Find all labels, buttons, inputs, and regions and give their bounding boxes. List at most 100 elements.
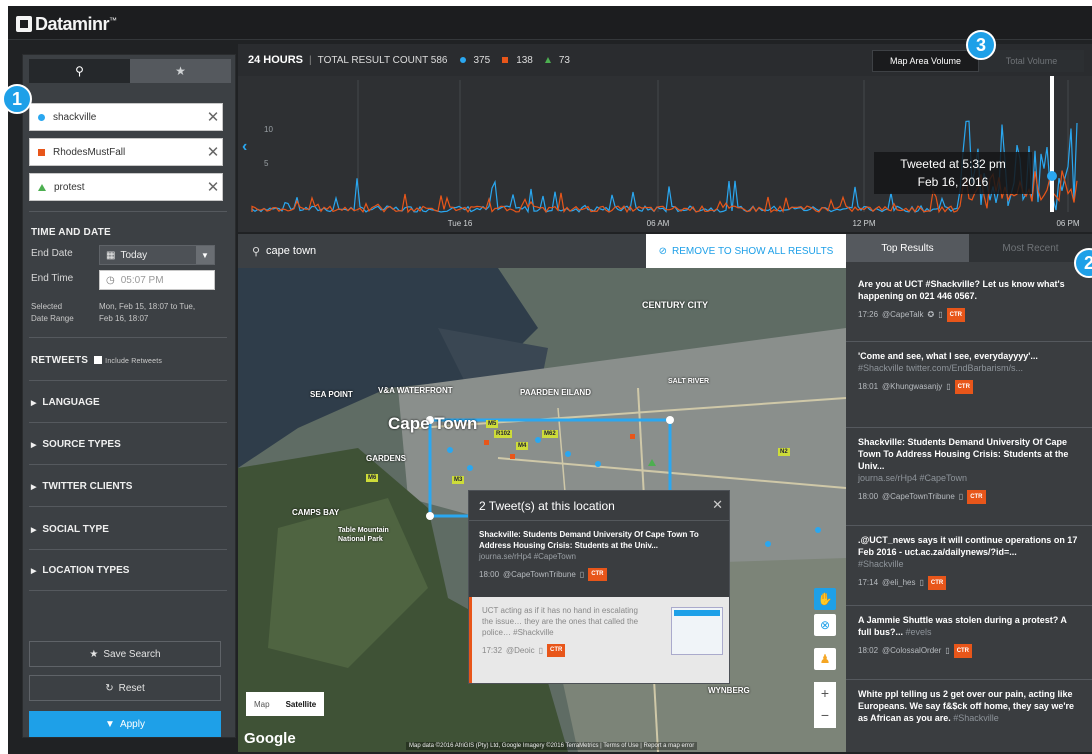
map-attribution[interactable]: Map data ©2016 AfriGIS (Pty) Ltd, Google… (406, 742, 698, 750)
mobile-icon: ▯ (919, 578, 924, 587)
end-date-label: End Date (31, 248, 73, 259)
chart-x-tick-label: 06 PM (1056, 219, 1079, 228)
map-type-map[interactable]: Map (246, 692, 278, 716)
chevron-left-icon[interactable]: ‹ (242, 138, 247, 156)
zoom-control: + − (814, 682, 836, 728)
apply-button[interactable]: ▼ Apply (29, 711, 221, 737)
remove-location-button[interactable]: ⊘ REMOVE TO SHOW ALL RESULTS (646, 234, 846, 268)
result-item[interactable]: .@UCT_news says it will continue operati… (846, 526, 1092, 606)
road-label: M62 (542, 430, 558, 438)
mobile-icon: ▯ (945, 646, 950, 655)
mobile-icon: ▯ (579, 570, 585, 579)
app-window: Dataminr™ ⚲ ★ shackville ✕ RhodesMustFal… (8, 6, 1092, 754)
tab-search[interactable]: ⚲ (29, 59, 130, 83)
save-search-button[interactable]: ★ Save Search (29, 641, 221, 667)
popup-tweet[interactable]: Shackville: Students Demand University O… (469, 521, 729, 589)
period-label: 24 HOURS (248, 54, 304, 66)
road-label: M4 (516, 442, 529, 450)
pan-hand-icon[interactable]: ✋ (814, 588, 836, 610)
calendar-icon: ▦ (106, 249, 116, 261)
end-date-select[interactable]: ▦ Today ▼ (99, 245, 215, 265)
result-item[interactable]: White ppl telling us 2 get over our pain… (846, 680, 1092, 752)
search-term-rhodesmustfall[interactable]: RhodesMustFall ✕ (29, 138, 223, 166)
facet-language[interactable]: ▶ LANGUAGE (31, 397, 100, 408)
tab-most-recent[interactable]: Most Recent (969, 234, 1092, 262)
tab-map-area-volume[interactable]: Map Area Volume (872, 50, 979, 72)
divider (29, 590, 227, 591)
map-label-century: CENTURY CITY (642, 300, 709, 310)
divider (29, 337, 227, 338)
tweet-image-thumbnail[interactable] (671, 607, 723, 655)
search-term-shackville[interactable]: shackville ✕ (29, 103, 223, 131)
orange-square-icon (38, 148, 45, 156)
map-label-salt-river: SALT RIVER (668, 378, 710, 385)
remove-term-icon[interactable]: ✕ (204, 143, 222, 161)
map-type-toggle: Map Satellite (246, 692, 325, 716)
popup-tweet[interactable]: UCT acting as if it has no hand in escal… (469, 597, 729, 683)
result-item[interactable]: 'Come and see, what I see, everydayyyy'.… (846, 342, 1092, 428)
tab-total-volume[interactable]: Total Volume (979, 50, 1084, 72)
caret-right-icon: ▶ (31, 400, 37, 407)
ctr-badge: CTR (953, 644, 973, 658)
road-label: M3 (452, 476, 465, 484)
dataminr-logo[interactable]: Dataminr™ (16, 14, 117, 35)
chevron-down-icon: ▼ (196, 246, 214, 264)
clear-selection-icon[interactable]: ⊗ (814, 614, 836, 636)
green-triangle-icon (38, 183, 46, 191)
facet-source-types[interactable]: ▶ SOURCE TYPES (31, 439, 121, 450)
search-icon: ⚲ (75, 64, 84, 78)
remove-term-icon[interactable]: ✕ (204, 178, 222, 196)
divider (29, 464, 227, 465)
callout-badge-3: 3 (966, 30, 996, 60)
tab-favorites[interactable]: ★ (130, 59, 231, 83)
zoom-in-button[interactable]: + (814, 682, 836, 704)
facet-location-types[interactable]: ▶ LOCATION TYPES (31, 565, 129, 576)
chart-x-tick-label: 06 AM (647, 219, 670, 228)
verified-icon: ✪ (927, 310, 935, 319)
map-type-satellite[interactable]: Satellite (278, 692, 325, 716)
result-item[interactable]: Shackville: Students Demand University O… (846, 428, 1092, 526)
close-icon[interactable]: ✕ (712, 497, 723, 513)
map-label-park: Table Mountain National Park (338, 527, 389, 543)
location-query[interactable]: cape town (266, 245, 316, 257)
tab-top-results[interactable]: Top Results (846, 234, 969, 262)
ctr-badge: CTR (547, 644, 566, 657)
result-item[interactable]: Are you at UCT #Shackville? Let us know … (846, 270, 1092, 342)
chart-tooltip: Tweeted at 5:32 pm Feb 16, 2016 (874, 152, 1032, 194)
filter-sidebar: ⚲ ★ shackville ✕ RhodesMustFall ✕ protes… (22, 54, 236, 738)
ctr-badge: CTR (927, 576, 947, 590)
mobile-icon: ▯ (946, 382, 951, 391)
facet-twitter-clients[interactable]: ▶ TWITTER CLIENTS (31, 481, 132, 492)
refresh-icon: ↻ (105, 682, 114, 694)
google-logo: Google (244, 730, 296, 747)
caret-right-icon: ▶ (31, 484, 37, 491)
sidebar-tabs: ⚲ ★ (29, 59, 231, 83)
zoom-out-button[interactable]: − (814, 704, 836, 726)
top-bar: Dataminr™ (8, 6, 1092, 40)
map-view[interactable]: Cape Town CENTURY CITY SEA POINT V&A WAT… (238, 268, 846, 752)
caret-right-icon: ▶ (31, 527, 37, 534)
divider (29, 211, 227, 212)
blue-dot-icon (459, 57, 466, 63)
search-term-protest[interactable]: protest ✕ (29, 173, 223, 201)
map-label-gardens: GARDENS (366, 454, 407, 463)
end-time-input[interactable]: ◷ 05:07 PM (99, 270, 215, 290)
caret-right-icon: ▶ (31, 568, 37, 575)
mobile-icon: ▯ (938, 310, 943, 319)
remove-circle-icon: ⊘ (658, 245, 668, 257)
facet-social-type[interactable]: ▶ SOCIAL TYPE (31, 524, 109, 535)
result-item[interactable]: A Jammie Shuttle was stolen during a pro… (846, 606, 1092, 680)
remove-term-icon[interactable]: ✕ (204, 108, 222, 126)
road-label: R102 (494, 430, 513, 438)
chart-y-tick-label: 5 (264, 159, 269, 168)
reset-button[interactable]: ↻ Reset (29, 675, 221, 701)
tweet-volume-chart[interactable]: Tue 16 06 AM 12 PM 06 PM 5 10 ‹ Tweeted at 5:… (238, 76, 1092, 232)
location-popup: 2 Tweet(s) at this location ✕ Shackville… (468, 490, 730, 684)
results-panel: Top Results Most Recent Are you at UCT #… (846, 234, 1092, 752)
caret-right-icon: ▶ (31, 442, 37, 449)
map-label-paarden: PAARDEN EILAND (520, 388, 591, 397)
include-retweets-checkbox[interactable] (94, 356, 103, 364)
street-view-icon[interactable]: ♟ (814, 648, 836, 670)
chart-highlight-point (1047, 171, 1057, 181)
chart-x-tick-label: 12 PM (852, 219, 875, 228)
